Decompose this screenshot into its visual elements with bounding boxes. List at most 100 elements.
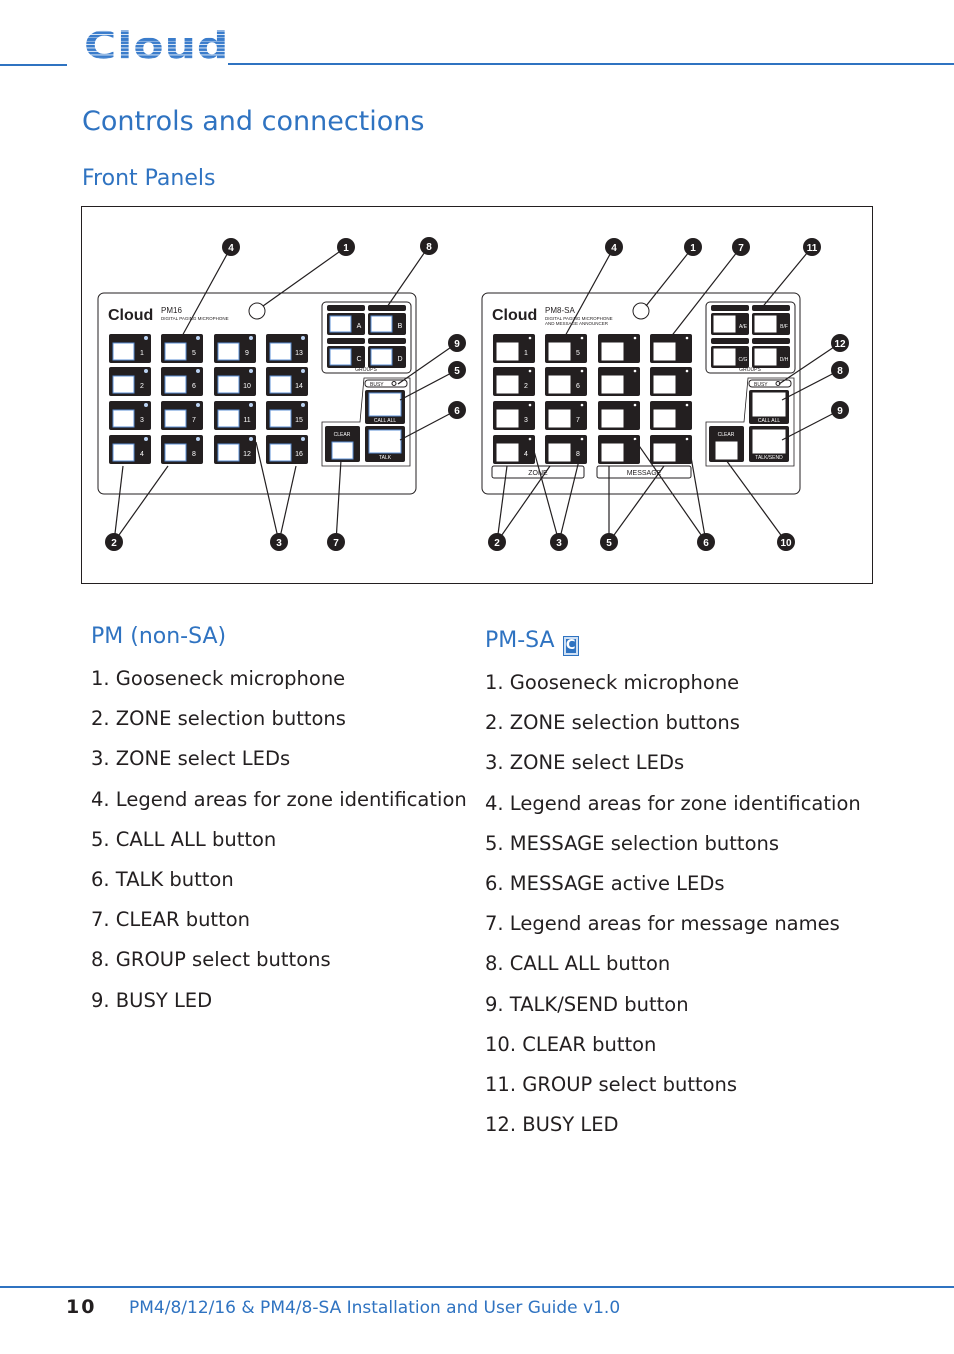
- led-icon: [580, 437, 584, 441]
- led-icon: [633, 403, 637, 407]
- group-label: D: [397, 356, 402, 363]
- led-icon: [301, 437, 305, 441]
- zone-number: 2: [140, 383, 144, 390]
- led-icon: [580, 369, 584, 373]
- button-legend-window: [496, 375, 519, 394]
- button-legend-window: [329, 315, 352, 333]
- button-legend-window: [548, 375, 571, 394]
- led-icon: [196, 369, 200, 373]
- panel-brand-logo: Cloud: [108, 307, 153, 324]
- group-label: C: [356, 356, 361, 363]
- callout-number: 12: [834, 339, 846, 350]
- button-legend-window: [217, 443, 240, 462]
- callout-number: 7: [738, 243, 744, 254]
- groups-label: GROUPS: [355, 367, 377, 373]
- button-legend-window: [548, 409, 571, 428]
- group-legend-bar: [752, 338, 790, 344]
- callout-number: 6: [454, 406, 460, 417]
- list-item: 6. MESSAGE active LEDs: [485, 871, 725, 895]
- cloud-c-logo-icon: C: [562, 636, 579, 656]
- led-icon: [528, 336, 532, 340]
- led-icon: [144, 369, 148, 373]
- led-icon: [196, 403, 200, 407]
- pm-non-sa-heading: PM (non-SA): [91, 624, 227, 649]
- zone-number: 1: [524, 350, 528, 357]
- button-legend-window: [269, 443, 292, 462]
- panel-description: DIGITAL PAGING MICROPHONE: [161, 316, 229, 321]
- led-icon: [144, 437, 148, 441]
- callout-number: 2: [494, 538, 500, 549]
- talk-label: TALK: [379, 455, 392, 461]
- group-label: C/G: [739, 357, 748, 363]
- button-legend-window: [112, 375, 135, 394]
- button-legend-window: [269, 409, 292, 428]
- zone-number: 7: [192, 417, 196, 424]
- zone-number: 9: [245, 350, 249, 357]
- led-icon: [249, 369, 253, 373]
- callout-number: 8: [426, 242, 432, 253]
- button-legend-window: [164, 375, 187, 394]
- front-panels-diagram: Cloud PM16DIGITAL PAGING MICROPHONE123456…: [97, 237, 849, 551]
- zone-number: 11: [243, 417, 250, 424]
- led-icon: [144, 403, 148, 407]
- list-item: 7. Legend areas for message names: [485, 912, 840, 936]
- led-icon: [144, 336, 148, 340]
- list-item: 5. MESSAGE selection buttons: [485, 831, 780, 855]
- clear-label: CLEAR: [334, 432, 351, 438]
- led-icon: [528, 403, 532, 407]
- button-legend-window: [754, 315, 777, 333]
- zone-number: 2: [524, 383, 528, 390]
- list-item: 4. Legend areas for zone identification: [485, 791, 861, 815]
- zone-number: 4: [140, 451, 144, 458]
- button-legend-window: [112, 342, 135, 361]
- button-legend-window: [496, 342, 519, 361]
- button-legend-window: [112, 443, 135, 462]
- list-item: 4. Legend areas for zone identification: [91, 787, 467, 811]
- group-label: A/E: [739, 324, 748, 330]
- led-icon: [685, 437, 689, 441]
- callout-number: 7: [333, 538, 339, 549]
- led-icon: [528, 437, 532, 441]
- zone-number: 6: [192, 383, 196, 390]
- button-legend-window: [217, 375, 240, 394]
- panel-brand-logo: Cloud: [492, 307, 537, 324]
- zone-number: 1: [140, 350, 144, 357]
- button-legend-window: [653, 409, 676, 428]
- led-icon: [580, 403, 584, 407]
- zone-number: 3: [524, 417, 528, 424]
- led-icon: [249, 403, 253, 407]
- led-icon: [196, 336, 200, 340]
- list-item: 1. Gooseneck microphone: [91, 667, 346, 690]
- zone-number: 7: [576, 417, 580, 424]
- call-all-label: CALL ALL: [758, 418, 781, 424]
- button-legend-window: [164, 342, 187, 361]
- zone-number: 16: [295, 451, 303, 458]
- group-legend-bar: [327, 305, 365, 311]
- group-legend-bar: [752, 305, 790, 311]
- list-item: 8. GROUP select buttons: [91, 948, 331, 972]
- pm-sa-heading: PM-SA: [485, 628, 555, 653]
- led-icon: [301, 336, 305, 340]
- zone-number: 4: [524, 451, 528, 458]
- list-item: 3. ZONE select LEDs: [485, 751, 685, 775]
- led-icon: [528, 369, 532, 373]
- zone-number: 5: [576, 350, 580, 357]
- group-legend-bar: [327, 338, 365, 344]
- group-label: D/H: [780, 357, 789, 363]
- group-legend-bar: [368, 305, 406, 311]
- button-legend-window: [496, 443, 519, 462]
- groups-label: GROUPS: [739, 367, 761, 373]
- list-item: 8. CALL ALL button: [485, 952, 671, 976]
- led-icon: [633, 336, 637, 340]
- group-label: B: [398, 323, 403, 330]
- group-legend-bar: [711, 305, 749, 311]
- list-item: 2. ZONE selection buttons: [91, 707, 346, 731]
- callout-number: 3: [276, 538, 282, 549]
- pm-non-sa-list: 1. Gooseneck microphone 2. ZONE selection…: [91, 667, 467, 1030]
- button-legend-window: [368, 392, 402, 417]
- zone-number: 14: [295, 383, 303, 390]
- busy-led-icon: [391, 381, 397, 386]
- button-legend-window: [370, 315, 393, 333]
- group-label: A: [357, 323, 362, 330]
- led-icon: [301, 369, 305, 373]
